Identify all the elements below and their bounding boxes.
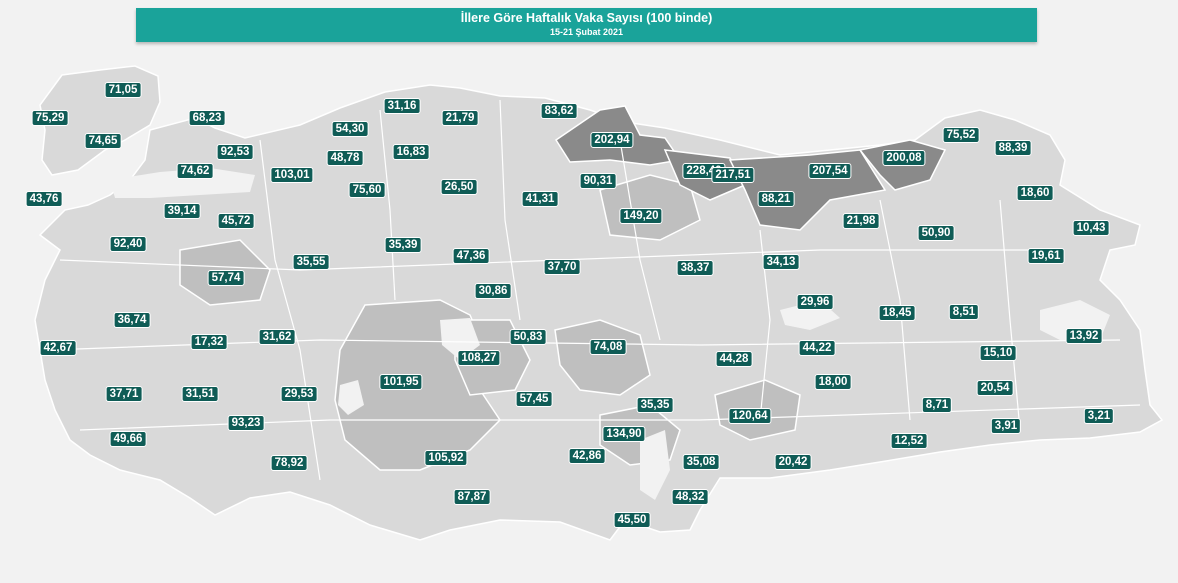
province-value-label: 75,52	[942, 127, 980, 143]
province-value-label: 207,54	[808, 163, 852, 179]
province-value-label: 20,42	[774, 454, 812, 470]
province-value-label: 10,43	[1072, 220, 1110, 236]
province-value-label: 15,10	[979, 345, 1017, 361]
province-value-label: 92,40	[109, 236, 147, 252]
province-value-label: 13,92	[1065, 328, 1103, 344]
province-value-label: 68,23	[188, 110, 226, 126]
province-value-label: 8,71	[921, 397, 953, 413]
province-value-label: 26,50	[440, 179, 478, 195]
province-value-label: 74,65	[84, 133, 122, 149]
province-value-label: 134,90	[602, 426, 646, 442]
province-value-label: 37,71	[105, 386, 143, 402]
province-value-label: 39,14	[163, 203, 201, 219]
province-value-label: 57,74	[207, 270, 245, 286]
province-value-label: 120,64	[728, 408, 772, 424]
province-value-label: 49,66	[109, 431, 147, 447]
province-value-label: 83,62	[540, 103, 578, 119]
province-value-label: 17,32	[190, 334, 228, 350]
province-value-label: 21,98	[842, 213, 880, 229]
province-value-label: 74,62	[176, 163, 214, 179]
province-value-label: 18,60	[1016, 185, 1054, 201]
province-value-label: 8,51	[948, 304, 980, 320]
province-value-label: 75,60	[348, 182, 386, 198]
province-value-label: 18,45	[878, 305, 916, 321]
province-value-label: 35,08	[682, 454, 720, 470]
province-value-label: 16,83	[392, 144, 430, 160]
province-value-label: 149,20	[619, 208, 663, 224]
province-value-label: 31,62	[258, 329, 296, 345]
province-value-label: 71,05	[104, 82, 142, 98]
province-value-label: 45,50	[613, 512, 651, 528]
province-value-label: 38,37	[676, 260, 714, 276]
province-value-label: 88,21	[757, 191, 795, 207]
province-value-label: 35,39	[384, 237, 422, 253]
province-value-label: 30,86	[474, 283, 512, 299]
province-value-label: 43,76	[25, 191, 63, 207]
province-value-label: 31,16	[383, 98, 421, 114]
province-value-label: 202,94	[590, 132, 634, 148]
province-value-label: 21,79	[441, 110, 479, 126]
province-value-label: 31,51	[181, 386, 219, 402]
province-value-label: 78,92	[270, 455, 308, 471]
province-value-label: 105,92	[424, 450, 468, 466]
province-value-label: 75,29	[31, 110, 69, 126]
province-value-label: 20,54	[976, 380, 1014, 396]
province-value-label: 44,22	[798, 340, 836, 356]
province-value-label: 29,53	[280, 386, 318, 402]
province-value-label: 44,28	[715, 351, 753, 367]
province-value-label: 50,90	[917, 225, 955, 241]
province-value-label: 48,78	[326, 150, 364, 166]
province-value-label: 50,83	[509, 329, 547, 345]
province-value-label: 3,91	[990, 418, 1022, 434]
province-value-label: 29,96	[796, 294, 834, 310]
province-value-label: 3,21	[1083, 408, 1115, 424]
province-value-label: 12,52	[890, 433, 928, 449]
province-value-label: 88,39	[994, 140, 1032, 156]
province-value-label: 108,27	[457, 350, 501, 366]
province-value-label: 90,31	[579, 173, 617, 189]
province-value-label: 45,72	[217, 213, 255, 229]
province-value-label: 101,95	[379, 374, 423, 390]
province-value-label: 35,55	[292, 254, 330, 270]
province-value-label: 34,13	[762, 254, 800, 270]
province-value-label: 54,30	[331, 121, 369, 137]
province-value-label: 42,86	[568, 448, 606, 464]
province-value-label: 37,70	[543, 259, 581, 275]
province-value-label: 93,23	[227, 415, 265, 431]
province-value-label: 36,74	[113, 312, 151, 328]
province-value-label: 35,35	[636, 397, 674, 413]
province-value-label: 57,45	[515, 391, 553, 407]
province-value-label: 18,00	[814, 374, 852, 390]
province-value-label: 217,51	[711, 167, 755, 183]
province-value-label: 200,08	[882, 150, 926, 166]
province-value-label: 87,87	[453, 489, 491, 505]
province-value-label: 47,36	[452, 248, 490, 264]
province-value-label: 74,08	[589, 339, 627, 355]
province-value-label: 92,53	[216, 144, 254, 160]
province-value-label: 41,31	[521, 191, 559, 207]
province-value-label: 42,67	[39, 340, 77, 356]
province-value-label: 19,61	[1027, 248, 1065, 264]
province-value-label: 103,01	[270, 167, 314, 183]
province-value-label: 48,32	[671, 489, 709, 505]
turkey-province-map	[34, 65, 1164, 541]
